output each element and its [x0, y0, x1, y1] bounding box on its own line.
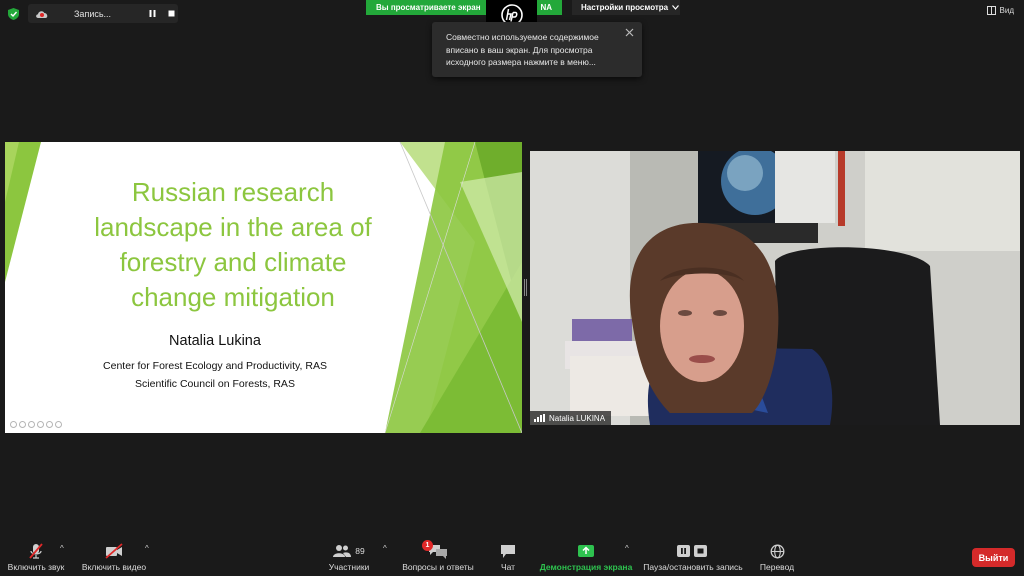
slide-affiliation-line: Scientific Council on Forests, RAS [135, 378, 295, 390]
share-screen-icon [578, 545, 594, 557]
shared-screen-slide: Russian research landscape in the area o… [5, 142, 522, 433]
translate-label: Перевод [759, 562, 795, 572]
chat-bubble-icon [501, 544, 515, 558]
mic-off-icon [29, 543, 43, 559]
participant-video-frame [530, 151, 1020, 425]
chat-label: Чат [500, 562, 516, 572]
participants-count: 89 [355, 546, 365, 556]
close-icon[interactable] [625, 28, 634, 37]
start-video-button[interactable]: Включить видео [79, 541, 149, 576]
grid-icon [986, 6, 996, 15]
people-icon [333, 545, 352, 557]
chevron-up-icon[interactable]: ^ [60, 544, 64, 553]
translate-button[interactable]: Перевод [757, 541, 797, 576]
chat-button[interactable]: Чат [495, 541, 521, 576]
qa-badge: 1 [422, 540, 433, 551]
slide-control-icon [46, 421, 53, 428]
participant-name: Natalia LUKINA [549, 413, 606, 423]
signal-strength-icon [534, 414, 545, 422]
slide-title-line: Russian research [131, 177, 335, 207]
unmute-label: Включить звук [7, 562, 65, 572]
view-settings-menu[interactable]: Настройки просмотра [572, 0, 680, 15]
participants-button[interactable]: 89 Участники [326, 541, 372, 576]
cloud-record-icon [36, 10, 48, 18]
share-banner-presenter: NA [540, 3, 552, 12]
view-settings-label: Настройки просмотра [581, 3, 669, 12]
globe-icon [770, 544, 784, 558]
participant-video[interactable]: Natalia LUKINA [530, 151, 1020, 425]
fit-to-screen-tooltip: Совместно используемое содержимое вписан… [432, 22, 642, 77]
view-button[interactable]: Вид [986, 6, 1014, 15]
pause-stop-recording-label: Пауза/остановить запись [643, 562, 743, 572]
chevron-down-icon [672, 5, 680, 10]
slide-title: Russian research landscape in the area o… [63, 175, 403, 315]
stop-icon[interactable] [167, 9, 176, 18]
qa-button[interactable]: 1 Вопросы и ответы [399, 540, 477, 576]
slide-title-line: landscape in the area of [94, 212, 372, 242]
slide-control-icon [28, 421, 35, 428]
slide-author: Natalia Lukina [169, 333, 261, 349]
camera-off-icon [105, 543, 123, 559]
slide-title-line: change mitigation [131, 282, 335, 312]
slide-control-icon [37, 421, 44, 428]
pause-stop-icon [677, 545, 707, 557]
slide-affiliation-line: Center for Forest Ecology and Productivi… [103, 360, 327, 372]
qa-label: Вопросы и ответы [402, 562, 474, 572]
start-video-label: Включить видео [81, 562, 147, 572]
share-screen-button[interactable]: Демонстрация экрана [540, 541, 632, 576]
layout-splitter-handle[interactable] [524, 279, 527, 296]
tooltip-text: Совместно используемое содержимое вписан… [446, 32, 599, 67]
slide-show-controls [10, 421, 62, 428]
recording-label: Запись... [74, 8, 112, 19]
unmute-button[interactable]: Включить звук [6, 541, 66, 576]
participants-label: Участники [328, 562, 370, 572]
recording-indicator[interactable]: Запись... [28, 4, 178, 23]
shield-check-icon[interactable] [8, 8, 19, 20]
slide-control-icon [55, 421, 62, 428]
slide-control-icon [10, 421, 17, 428]
pause-stop-recording-button[interactable]: Пауза/остановить запись [642, 541, 744, 576]
slide-control-icon [19, 421, 26, 428]
slide-affiliations: Center for Forest Ecology and Productivi… [65, 357, 365, 393]
chevron-up-icon[interactable]: ^ [383, 544, 387, 553]
participant-name-tag: Natalia LUKINA [530, 411, 612, 425]
share-screen-label: Демонстрация экрана [539, 562, 633, 572]
pause-icon[interactable] [148, 9, 157, 18]
view-label: Вид [999, 6, 1014, 15]
chevron-up-icon[interactable]: ^ [625, 544, 629, 553]
leave-button[interactable]: Выйти [972, 548, 1015, 567]
chevron-up-icon[interactable]: ^ [145, 544, 149, 553]
slide-title-line: forestry and climate [119, 247, 347, 277]
